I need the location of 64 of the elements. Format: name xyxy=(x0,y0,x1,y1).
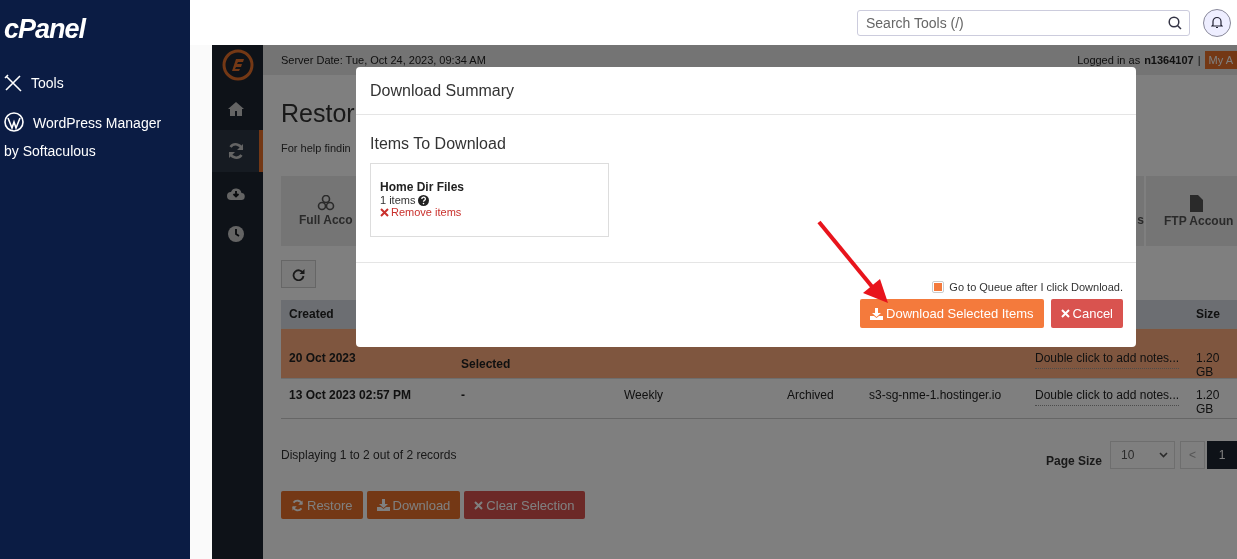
nav-item[interactable] xyxy=(212,130,263,172)
search-icon xyxy=(1168,15,1182,30)
download-button[interactable]: Download xyxy=(366,491,461,519)
wordpress-icon xyxy=(4,112,24,132)
server-date: Server Date: Tue, Oct 24, 2023, 09:34 AM xyxy=(281,54,486,66)
queue-checkbox[interactable] xyxy=(932,281,945,293)
refresh-icon xyxy=(291,498,304,512)
refresh-icon xyxy=(292,267,305,281)
app-logo-icon[interactable] xyxy=(221,49,254,81)
records-count: Displaying 1 to 2 out of 2 records xyxy=(281,448,457,462)
clock-icon xyxy=(226,225,245,243)
cubes-icon xyxy=(316,195,335,211)
close-icon xyxy=(1060,309,1070,318)
column-header: Size xyxy=(1195,307,1221,321)
close-icon xyxy=(474,500,484,510)
sidebar-item[interactable]: Tools xyxy=(4,69,190,97)
file-icon xyxy=(1190,194,1203,212)
backup-type-tab[interactable]: FTP Accoun xyxy=(1146,176,1237,246)
table-cell: Weekly xyxy=(624,388,664,402)
page-size-select[interactable]: 10 xyxy=(1110,441,1175,469)
separator-text: | xyxy=(1197,54,1201,66)
table-cell: 1.20 GB xyxy=(1196,351,1220,379)
refresh-button[interactable] xyxy=(281,260,316,288)
checkbox-label: Go to Queue after I click Download. xyxy=(949,281,1123,293)
close-icon xyxy=(380,207,389,217)
help-icon[interactable] xyxy=(418,194,430,206)
item-name: Home Dir Files xyxy=(380,180,466,194)
logged-in-label: Logged in as xyxy=(1077,54,1141,66)
table-cell: Selected xyxy=(461,357,511,371)
dialog-title: Download Summary xyxy=(370,81,515,100)
page-title: Restor xyxy=(281,99,355,128)
table-cell: 13 Oct 2023 02:57 PM xyxy=(289,388,412,402)
bell-icon xyxy=(1211,16,1223,29)
notifications-button[interactable] xyxy=(1203,8,1231,37)
table-cell: Archived xyxy=(787,388,834,402)
home-icon xyxy=(226,101,245,117)
table-cell: - xyxy=(461,388,465,402)
table-cell: 20 Oct 2023 xyxy=(289,351,356,365)
clear-button[interactable]: Clear Selection xyxy=(464,491,585,519)
download-icon xyxy=(376,499,390,511)
restore-button[interactable]: Restore xyxy=(281,491,363,519)
download-icon xyxy=(870,307,884,320)
sidebar-item[interactable]: WordPress Manager by Softaculous xyxy=(4,109,190,165)
help-text: For help findin xyxy=(281,142,351,154)
previous-page-button[interactable]: < xyxy=(1180,441,1205,469)
download-selected-button[interactable]: Download Selected Items xyxy=(860,299,1044,328)
cancel-button[interactable]: Cancel xyxy=(1050,299,1123,328)
table-cell: s3-sg-nme-1.hostinger.io xyxy=(869,388,1002,402)
username: n1364107 xyxy=(1144,54,1194,66)
search-field[interactable]: Search Tools (/) xyxy=(857,9,1190,36)
chevron-down-icon xyxy=(1159,452,1168,458)
notes-field[interactable]: Double click to add notes... xyxy=(1035,351,1180,369)
remove-items-link[interactable]: Remove items xyxy=(380,206,462,218)
page-button[interactable]: 1 xyxy=(1207,441,1237,469)
notes-field[interactable]: Double click to add notes... xyxy=(1035,388,1180,406)
table-cell: 1.20 GB xyxy=(1196,388,1220,416)
item-count: 1 items xyxy=(380,194,416,206)
refresh-icon xyxy=(226,142,245,160)
section-title: Items To Download xyxy=(370,135,507,153)
column-header: Created xyxy=(288,307,335,321)
cpanel-logo[interactable]: cPanel xyxy=(4,14,86,45)
account-button[interactable]: My A xyxy=(1204,51,1237,69)
page-size-label: Page Size xyxy=(1045,454,1102,468)
tools-icon xyxy=(4,74,22,92)
